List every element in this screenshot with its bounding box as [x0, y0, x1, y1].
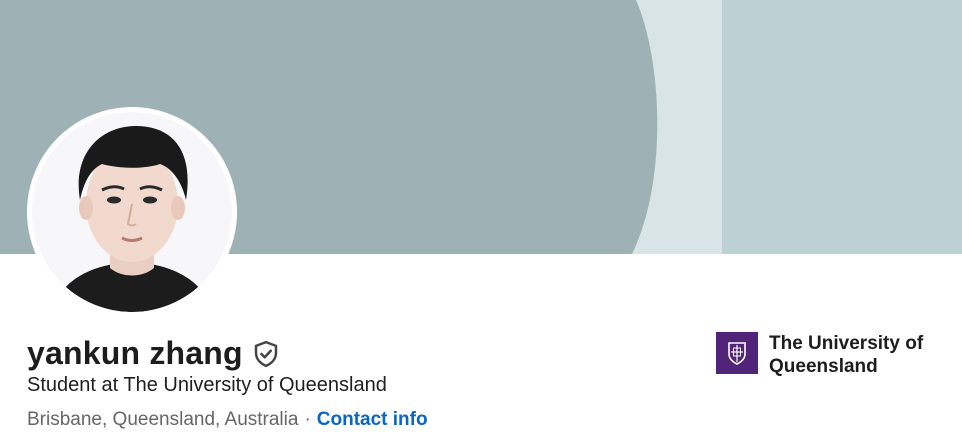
name-row: yankun zhang: [27, 333, 281, 373]
education-organization[interactable]: The University of Queensland: [716, 332, 949, 378]
university-crest-icon: [716, 332, 758, 374]
profile-avatar[interactable]: [27, 107, 237, 317]
profile-card: yankun zhang Student at The University o…: [0, 0, 962, 438]
profile-name: yankun zhang: [27, 335, 243, 371]
organization-name: The University of Queensland: [769, 333, 924, 377]
profile-location: Brisbane, Queensland, Australia: [27, 409, 299, 430]
separator-dot: ·: [304, 409, 311, 430]
profile-headline: Student at The University of Queensland: [27, 374, 387, 396]
contact-info-link[interactable]: Contact info: [317, 409, 428, 430]
location-row: Brisbane, Queensland, Australia · Contact …: [27, 407, 428, 433]
verified-shield-icon[interactable]: [251, 339, 281, 369]
